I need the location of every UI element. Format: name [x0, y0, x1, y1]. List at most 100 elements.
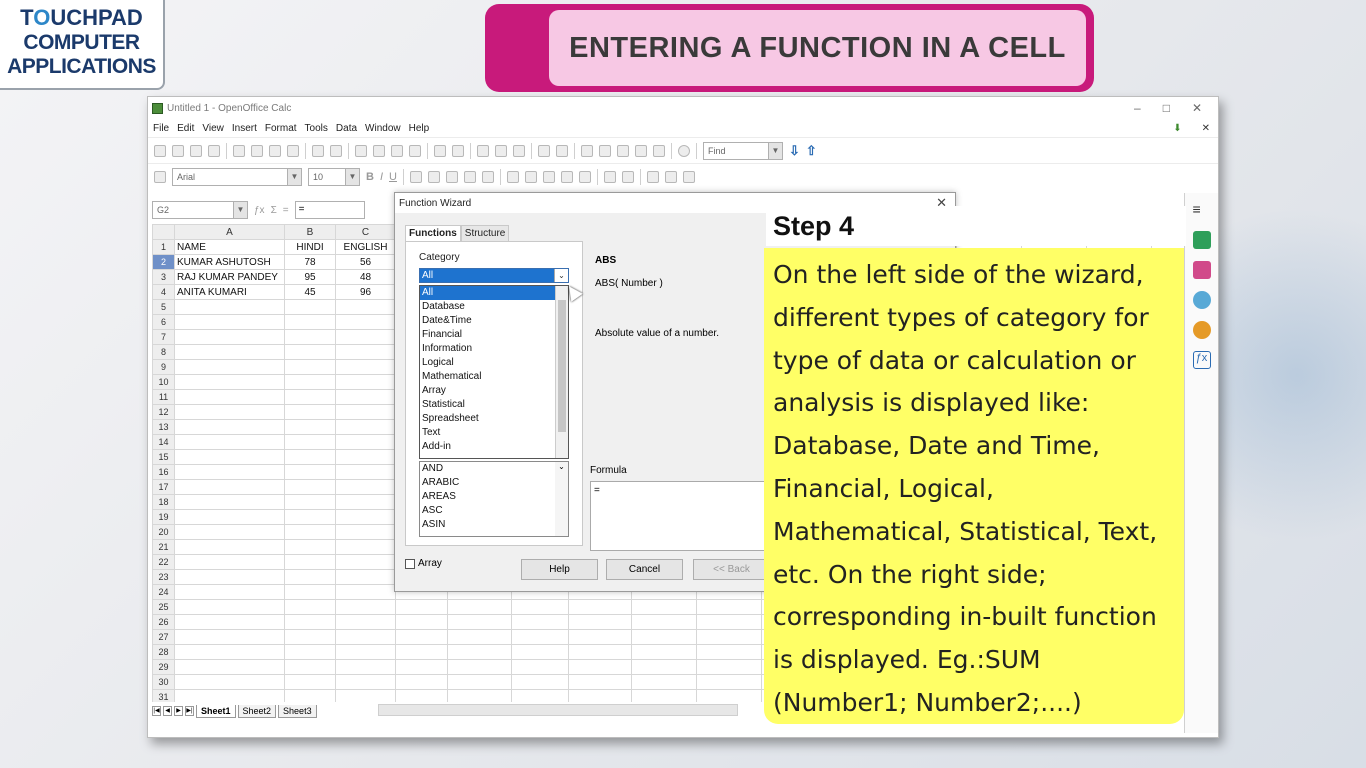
maximize-button[interactable]: □	[1163, 101, 1170, 115]
cell[interactable]	[174, 674, 285, 690]
row-header[interactable]: 8	[152, 344, 175, 360]
menu-view[interactable]: View	[202, 123, 224, 134]
category-option[interactable]: Statistical	[420, 398, 555, 412]
percent-icon[interactable]	[524, 170, 537, 183]
next-sheet-icon[interactable]: ▶	[174, 706, 183, 716]
row-header[interactable]: 25	[152, 599, 175, 615]
chart-icon[interactable]	[538, 144, 550, 157]
row-header[interactable]: 19	[152, 509, 175, 525]
row-header[interactable]: 9	[152, 359, 175, 375]
last-sheet-icon[interactable]: ▶|	[185, 706, 194, 716]
cell[interactable]	[335, 359, 396, 375]
cell[interactable]	[174, 584, 285, 600]
sort-ascending-icon[interactable]	[495, 144, 507, 157]
cell[interactable]	[447, 599, 512, 615]
row-header[interactable]: 28	[152, 644, 175, 660]
properties-icon[interactable]	[1192, 231, 1211, 249]
cell[interactable]	[174, 359, 285, 375]
cell[interactable]	[284, 479, 336, 495]
cell[interactable]	[284, 509, 336, 525]
first-sheet-icon[interactable]: |◀	[152, 706, 161, 716]
cell[interactable]	[284, 299, 336, 315]
cell[interactable]	[284, 419, 336, 435]
cell[interactable]	[568, 599, 632, 615]
row-header[interactable]: 1	[152, 239, 175, 255]
horizontal-scrollbar[interactable]	[378, 704, 738, 716]
cell[interactable]	[631, 614, 697, 630]
cell[interactable]	[284, 314, 336, 330]
row-header[interactable]: 20	[152, 524, 175, 540]
cell[interactable]: 95	[284, 269, 336, 285]
cell[interactable]: 45	[284, 284, 336, 300]
cell[interactable]	[395, 614, 448, 630]
row-header[interactable]: 14	[152, 434, 175, 450]
cell[interactable]	[511, 614, 569, 630]
row-header[interactable]: 16	[152, 464, 175, 480]
cell[interactable]	[395, 659, 448, 675]
cut-icon[interactable]	[355, 144, 367, 157]
cell[interactable]	[174, 344, 285, 360]
cell[interactable]	[511, 674, 569, 690]
cell[interactable]	[284, 434, 336, 450]
scrollbar-thumb[interactable]	[558, 300, 566, 432]
cell[interactable]	[174, 599, 285, 615]
category-option[interactable]: Add-in	[420, 440, 555, 454]
cell[interactable]	[335, 434, 396, 450]
menu-data[interactable]: Data	[336, 123, 357, 134]
cell[interactable]	[335, 374, 396, 390]
align-left-icon[interactable]	[409, 170, 422, 183]
cell[interactable]	[174, 509, 285, 525]
cell[interactable]	[335, 584, 396, 600]
cell[interactable]: 56	[335, 254, 396, 270]
cell[interactable]	[395, 674, 448, 690]
category-select[interactable]: All ⌄	[419, 268, 569, 283]
underline-icon[interactable]: U	[389, 171, 397, 183]
cell[interactable]	[174, 449, 285, 465]
cell[interactable]	[335, 404, 396, 420]
cell[interactable]	[696, 659, 762, 675]
cell[interactable]	[447, 689, 512, 702]
cell[interactable]	[696, 674, 762, 690]
category-option[interactable]: Text	[420, 426, 555, 440]
cell[interactable]	[174, 644, 285, 660]
cell[interactable]	[284, 464, 336, 480]
name-box[interactable]: G2 ▼	[152, 201, 248, 219]
function-list-item[interactable]: ASC	[420, 504, 568, 518]
cell[interactable]	[174, 374, 285, 390]
cell[interactable]	[568, 644, 632, 660]
cell[interactable]	[174, 389, 285, 405]
cell[interactable]	[174, 554, 285, 570]
cell[interactable]	[174, 314, 285, 330]
cell[interactable]	[284, 614, 336, 630]
prev-sheet-icon[interactable]: ◀	[163, 706, 172, 716]
cell[interactable]	[631, 599, 697, 615]
currency-icon[interactable]	[506, 170, 519, 183]
justify-icon[interactable]	[463, 170, 476, 183]
cell[interactable]	[335, 539, 396, 555]
category-dropdown-list[interactable]: All Database Date&Time Financial Information…	[419, 285, 569, 459]
background-color-icon[interactable]	[664, 170, 677, 183]
preview-icon[interactable]	[287, 144, 299, 157]
align-right-icon[interactable]	[445, 170, 458, 183]
cell[interactable]	[568, 689, 632, 702]
cell[interactable]	[335, 569, 396, 585]
cell[interactable]	[335, 554, 396, 570]
cell[interactable]: NAME	[174, 239, 285, 255]
tab-structure[interactable]: Structure	[460, 225, 510, 241]
cell[interactable]	[511, 599, 569, 615]
close-window-button[interactable]: ✕	[1192, 101, 1202, 115]
cell[interactable]	[568, 614, 632, 630]
cancel-button[interactable]: Cancel	[606, 559, 683, 580]
cell[interactable]	[284, 674, 336, 690]
datasources-icon[interactable]	[635, 144, 647, 157]
cell[interactable]	[335, 524, 396, 540]
cell[interactable]	[174, 404, 285, 420]
cell[interactable]	[284, 584, 336, 600]
find-next-icon[interactable]: ⇩	[789, 143, 800, 159]
cell[interactable]: 48	[335, 269, 396, 285]
functions-sidebar-icon[interactable]: ƒx	[1192, 351, 1211, 369]
cell[interactable]	[284, 359, 336, 375]
row-header[interactable]: 22	[152, 554, 175, 570]
menu-help[interactable]: Help	[409, 123, 430, 134]
align-center-icon[interactable]	[427, 170, 440, 183]
